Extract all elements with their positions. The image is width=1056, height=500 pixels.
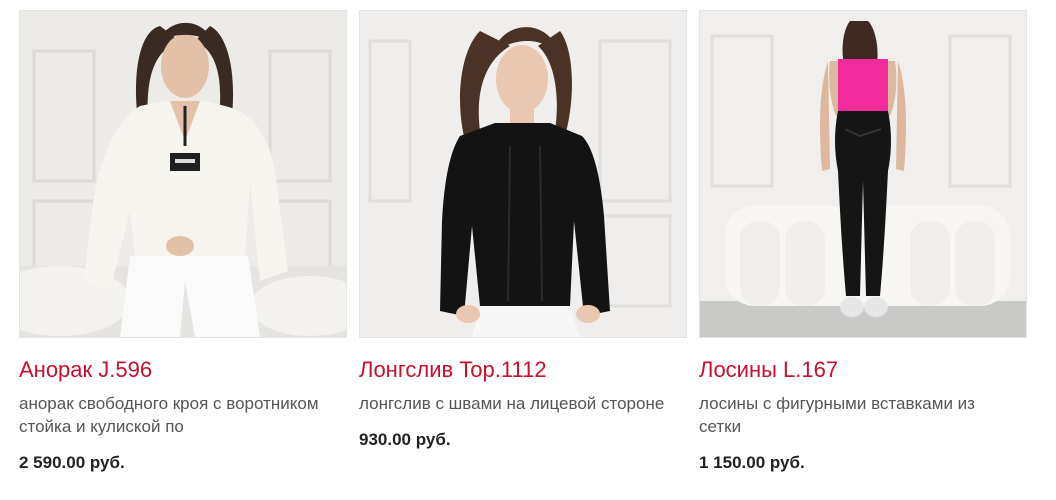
product-grid: Анорак J.596 анорак свободного кроя с во…	[0, 0, 1056, 500]
product-price: 1 150.00 руб.	[699, 453, 805, 472]
product-image[interactable]	[699, 10, 1027, 338]
product-price: 2 590.00 руб.	[19, 453, 125, 472]
product-image[interactable]	[359, 10, 687, 338]
product-image[interactable]	[19, 10, 347, 338]
product-description: лонгслив с швами на лицевой стороне	[359, 394, 665, 413]
product-description: лосины с фигурными вставками из сетки	[699, 394, 975, 436]
product-description: анорак свободного кроя с воротником стой…	[19, 394, 319, 436]
woman-in-black-leggings-photo	[700, 11, 1026, 337]
product-title[interactable]: Лонгслив Top.1112	[359, 356, 687, 384]
woman-in-black-longsleeve-photo	[360, 11, 686, 337]
product-card: Лонгслив Top.1112 лонгслив с швами на ли…	[359, 10, 687, 451]
product-title[interactable]: Лосины L.167	[699, 356, 1027, 384]
product-title[interactable]: Анорак J.596	[19, 356, 347, 384]
woman-in-white-anorak-photo	[20, 11, 346, 337]
product-card: Лосины L.167 лосины с фигурными вставкам…	[699, 10, 1027, 474]
product-card: Анорак J.596 анорак свободного кроя с во…	[19, 10, 347, 474]
product-price: 930.00 руб.	[359, 430, 451, 449]
